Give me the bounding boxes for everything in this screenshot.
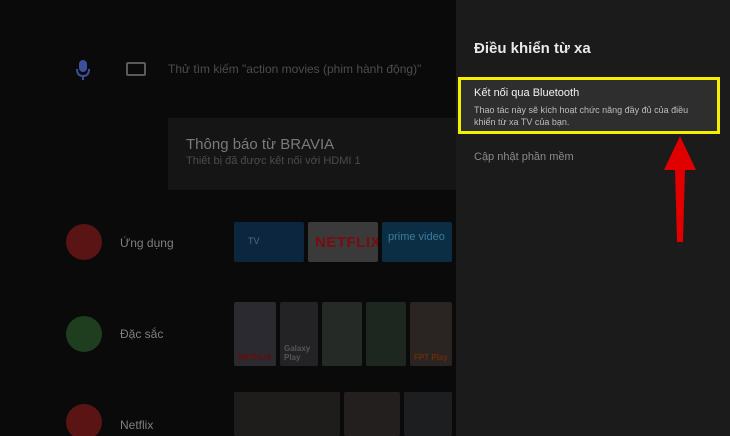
panel-title: Điều khiển từ xa bbox=[474, 40, 591, 57]
home-screen-background: Thử tìm kiếm "action movies (phim hành đ… bbox=[0, 0, 456, 436]
row-label-featured: Đặc sắc bbox=[120, 327, 164, 341]
microphone-icon[interactable] bbox=[74, 58, 92, 82]
poster-fpt-label: FPT Play bbox=[414, 353, 448, 362]
row-label-apps: Ứng dụng bbox=[120, 236, 174, 250]
bluetooth-item-title: Kết nối qua Bluetooth bbox=[474, 87, 580, 99]
row-label-netflix: Netflix bbox=[120, 418, 154, 432]
netflix-poster[interactable] bbox=[404, 392, 452, 436]
netflix-poster[interactable] bbox=[344, 392, 400, 436]
notification-card[interactable] bbox=[168, 118, 456, 190]
featured-poster[interactable] bbox=[366, 302, 406, 366]
featured-poster[interactable]: FPT Play bbox=[410, 302, 452, 366]
prime-tile-label: prime video bbox=[388, 231, 445, 243]
netflix-app-tile[interactable]: NETFLIX bbox=[308, 222, 378, 262]
notification-subtitle: Thiết bị đã được kết nối với HDMI 1 bbox=[186, 155, 361, 167]
poster-galaxy-label: Galaxy Play bbox=[284, 344, 311, 362]
tv-tile-label: TV bbox=[248, 236, 260, 246]
featured-poster[interactable]: Galaxy Play bbox=[280, 302, 318, 366]
notification-title: Thông báo từ BRAVIA bbox=[186, 136, 335, 153]
apps-icon[interactable] bbox=[66, 224, 102, 260]
featured-poster[interactable]: NETFLIX bbox=[234, 302, 276, 366]
pointer-arrow-icon bbox=[664, 136, 696, 242]
prime-video-app-tile[interactable]: prime video bbox=[382, 222, 452, 262]
tv-app-tile[interactable]: TV bbox=[234, 222, 304, 262]
keyboard-icon[interactable] bbox=[126, 62, 146, 76]
bluetooth-item-description: Thao tác này sẽ kích hoạt chức năng đầy … bbox=[474, 105, 689, 127]
netflix-icon[interactable] bbox=[66, 404, 102, 436]
featured-poster[interactable] bbox=[322, 302, 362, 366]
poster-netflix-label: NETFLIX bbox=[238, 353, 272, 362]
netflix-poster[interactable] bbox=[234, 392, 340, 436]
software-update-item[interactable]: Cập nhật phần mềm bbox=[474, 151, 574, 163]
netflix-tile-label: NETFLIX bbox=[315, 234, 378, 251]
featured-icon[interactable] bbox=[66, 316, 102, 352]
search-hint[interactable]: Thử tìm kiếm "action movies (phim hành đ… bbox=[168, 62, 421, 76]
